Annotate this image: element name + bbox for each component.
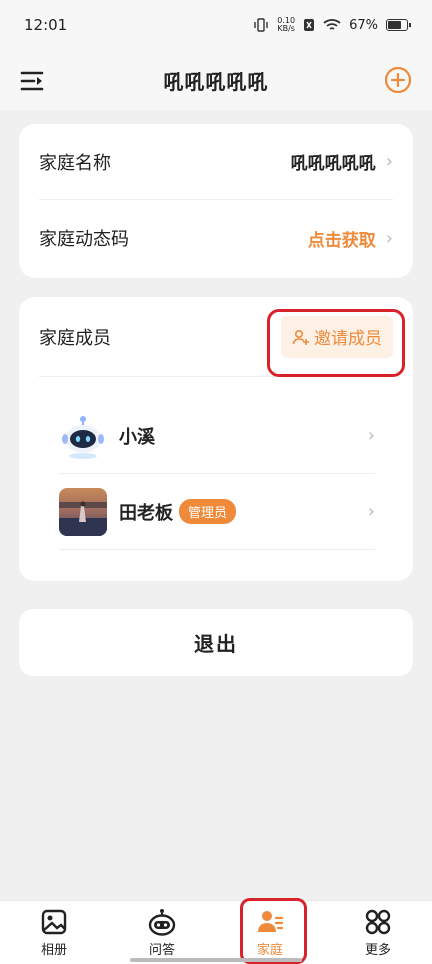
- tab-label: 问答: [148, 942, 175, 958]
- member-name: 小溪: [119, 426, 155, 448]
- members-title: 家庭成员: [39, 327, 111, 349]
- home-indicator[interactable]: [130, 958, 302, 962]
- family-name-value: 吼吼吼吼吼: [290, 154, 376, 174]
- status-icons: 0.10 KB/s 67%: [253, 17, 411, 33]
- more-icon: [365, 909, 391, 934]
- wifi-icon: [323, 19, 341, 30]
- chevron-right-icon: ›: [367, 425, 375, 446]
- tab-label: 相册: [40, 942, 67, 958]
- logout-button[interactable]: 退出: [19, 609, 413, 676]
- admin-badge: 管理员: [179, 499, 237, 524]
- chevron-right-icon: ›: [385, 151, 393, 172]
- family-info-card: 家庭名称 吼吼吼吼吼 › 家庭动态码 点击获取 ›: [19, 124, 413, 278]
- logout-label: 退出: [194, 632, 238, 656]
- sim-off-icon: [304, 19, 315, 31]
- member-row[interactable]: 田老板 管理员 ›: [59, 474, 375, 550]
- album-icon: [41, 909, 67, 934]
- member-name: 田老板: [119, 502, 173, 524]
- tab-label: 更多: [364, 942, 391, 958]
- family-name-row[interactable]: 家庭名称 吼吼吼吼吼 ›: [39, 124, 393, 200]
- menu-icon[interactable]: [20, 70, 44, 92]
- tab-highlight-box: [240, 898, 307, 964]
- add-icon[interactable]: [384, 66, 412, 94]
- net-speed-unit: KB/s: [277, 24, 295, 33]
- tab-more[interactable]: 更多: [324, 901, 432, 964]
- chevron-right-icon: ›: [385, 227, 393, 249]
- vibrate-icon: [254, 18, 268, 32]
- robot-icon: [148, 908, 176, 936]
- status-time: 12:01: [24, 16, 68, 34]
- battery-icon: [386, 19, 411, 31]
- chevron-right-icon: ›: [367, 501, 375, 522]
- net-speed: 0.10 KB/s: [277, 17, 295, 33]
- invite-highlight-box: [267, 309, 405, 377]
- header: 吼吼吼吼吼: [0, 50, 432, 110]
- family-code-value-wrap: 点击获取 ›: [308, 226, 393, 251]
- photo-avatar: [59, 487, 107, 536]
- family-name-value-wrap: 吼吼吼吼吼 ›: [291, 149, 393, 174]
- member-row[interactable]: 小溪 ›: [59, 398, 375, 474]
- status-bar: 12:01 0.10 KB/s 67%: [0, 0, 432, 50]
- bottom-tab-bar: 相册 问答 家庭 更多: [0, 900, 432, 964]
- family-code-row[interactable]: 家庭动态码 点击获取 ›: [39, 200, 393, 276]
- robot-avatar: [59, 411, 107, 460]
- family-code-value: 点击获取: [307, 230, 376, 251]
- tab-qa[interactable]: 问答: [108, 901, 216, 964]
- battery-percent: 67%: [349, 17, 378, 33]
- family-code-label: 家庭动态码: [39, 229, 129, 250]
- family-name-label: 家庭名称: [39, 152, 111, 174]
- tab-album[interactable]: 相册: [0, 901, 108, 964]
- page-title: 吼吼吼吼吼: [163, 69, 269, 94]
